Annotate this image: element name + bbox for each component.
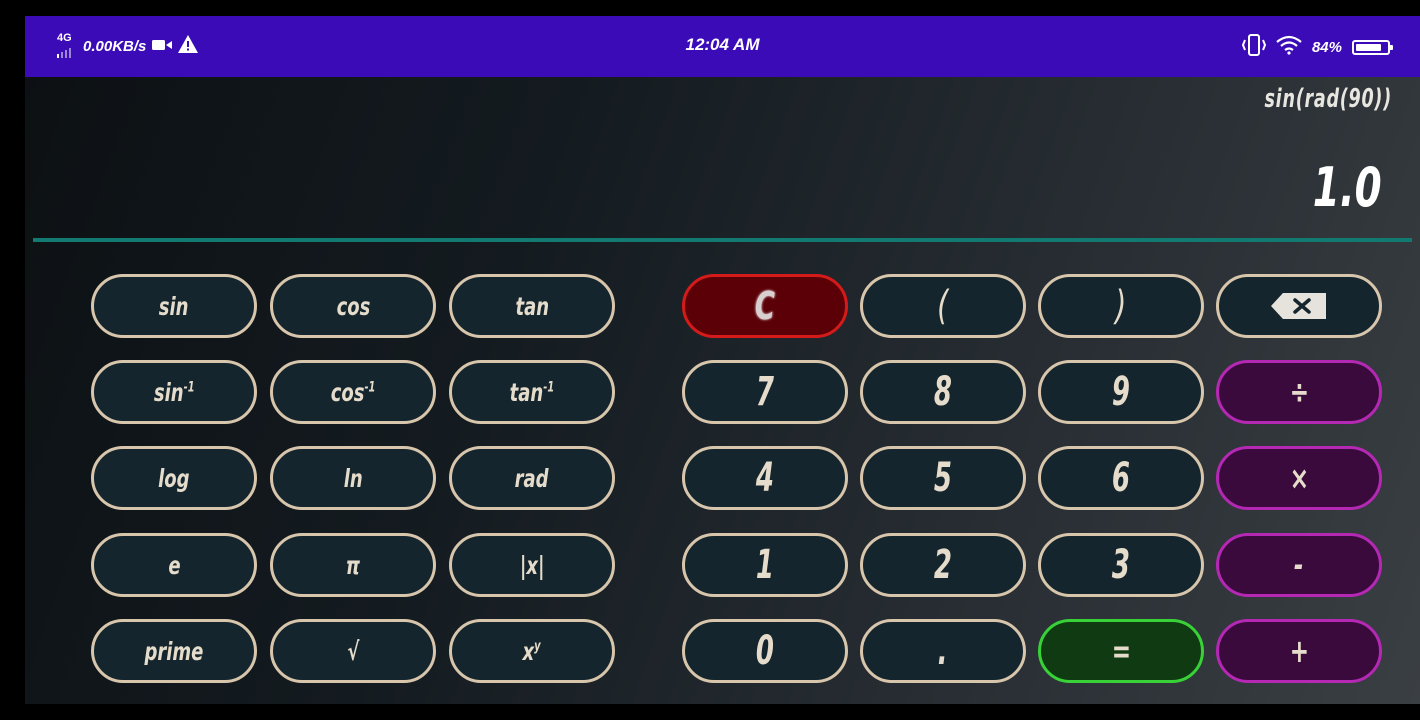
sin-button[interactable]: sin: [91, 274, 257, 338]
arccos-label: cos: [330, 377, 365, 407]
rad-button[interactable]: rad: [449, 446, 615, 510]
digit-9-button[interactable]: 9: [1038, 360, 1204, 424]
e-button[interactable]: e: [91, 533, 257, 597]
battery-icon: [1352, 39, 1393, 55]
arctan-button[interactable]: tan-1: [449, 360, 615, 424]
tan-button[interactable]: tan: [449, 274, 615, 338]
add-button[interactable]: +: [1216, 619, 1382, 683]
digit-1-button[interactable]: 1: [682, 533, 848, 597]
prime-button[interactable]: prime: [91, 619, 257, 683]
arcsin-button[interactable]: sin-1: [91, 360, 257, 424]
digit-2-button[interactable]: 2: [860, 533, 1026, 597]
subtract-button[interactable]: -: [1216, 533, 1382, 597]
multiply-button[interactable]: ×: [1216, 446, 1382, 510]
divide-button[interactable]: ÷: [1216, 360, 1382, 424]
digit-6-button[interactable]: 6: [1038, 446, 1204, 510]
power-button[interactable]: xy: [449, 619, 615, 683]
backspace-icon: [1271, 292, 1327, 320]
digit-8-button[interactable]: 8: [860, 360, 1026, 424]
ln-button[interactable]: ln: [270, 446, 436, 510]
wifi-icon: [1276, 35, 1302, 59]
arccos-button[interactable]: cos-1: [270, 360, 436, 424]
equals-button[interactable]: =: [1038, 619, 1204, 683]
status-right: 84%: [1241, 34, 1393, 60]
expression-display: sin(rad(90)): [1264, 84, 1392, 114]
clear-button[interactable]: C: [682, 274, 848, 338]
vibrate-icon: [1241, 34, 1267, 60]
battery-percent: 84%: [1311, 38, 1342, 56]
backspace-button[interactable]: [1216, 274, 1382, 338]
arcsin-exponent: -1: [183, 379, 195, 396]
digit-5-button[interactable]: 5: [860, 446, 1026, 510]
arctan-label: tan: [509, 377, 544, 407]
calculator-screen: 4G 0.00KB/s 12:04 AM 84% sin(rad(90)) 1.…: [25, 16, 1420, 704]
abs-button[interactable]: |x|: [449, 533, 615, 597]
power-base: x: [522, 636, 535, 666]
cos-button[interactable]: cos: [270, 274, 436, 338]
close-paren-button[interactable]: ): [1038, 274, 1204, 338]
sqrt-button[interactable]: √: [270, 619, 436, 683]
decimal-button[interactable]: .: [860, 619, 1026, 683]
digit-3-button[interactable]: 3: [1038, 533, 1204, 597]
result-display: 1.0: [1313, 156, 1382, 219]
display-divider: [33, 238, 1412, 242]
digit-7-button[interactable]: 7: [682, 360, 848, 424]
status-bar: 4G 0.00KB/s 12:04 AM 84%: [25, 16, 1420, 77]
clock: 12:04 AM: [685, 35, 760, 54]
digit-4-button[interactable]: 4: [682, 446, 848, 510]
arcsin-label: sin: [153, 377, 184, 407]
digit-0-button[interactable]: 0: [682, 619, 848, 683]
arccos-exponent: -1: [364, 379, 376, 396]
open-paren-button[interactable]: (: [860, 274, 1026, 338]
pi-button[interactable]: π: [270, 533, 436, 597]
log-button[interactable]: log: [91, 446, 257, 510]
power-exponent: y: [534, 638, 542, 655]
arctan-exponent: -1: [543, 379, 555, 396]
